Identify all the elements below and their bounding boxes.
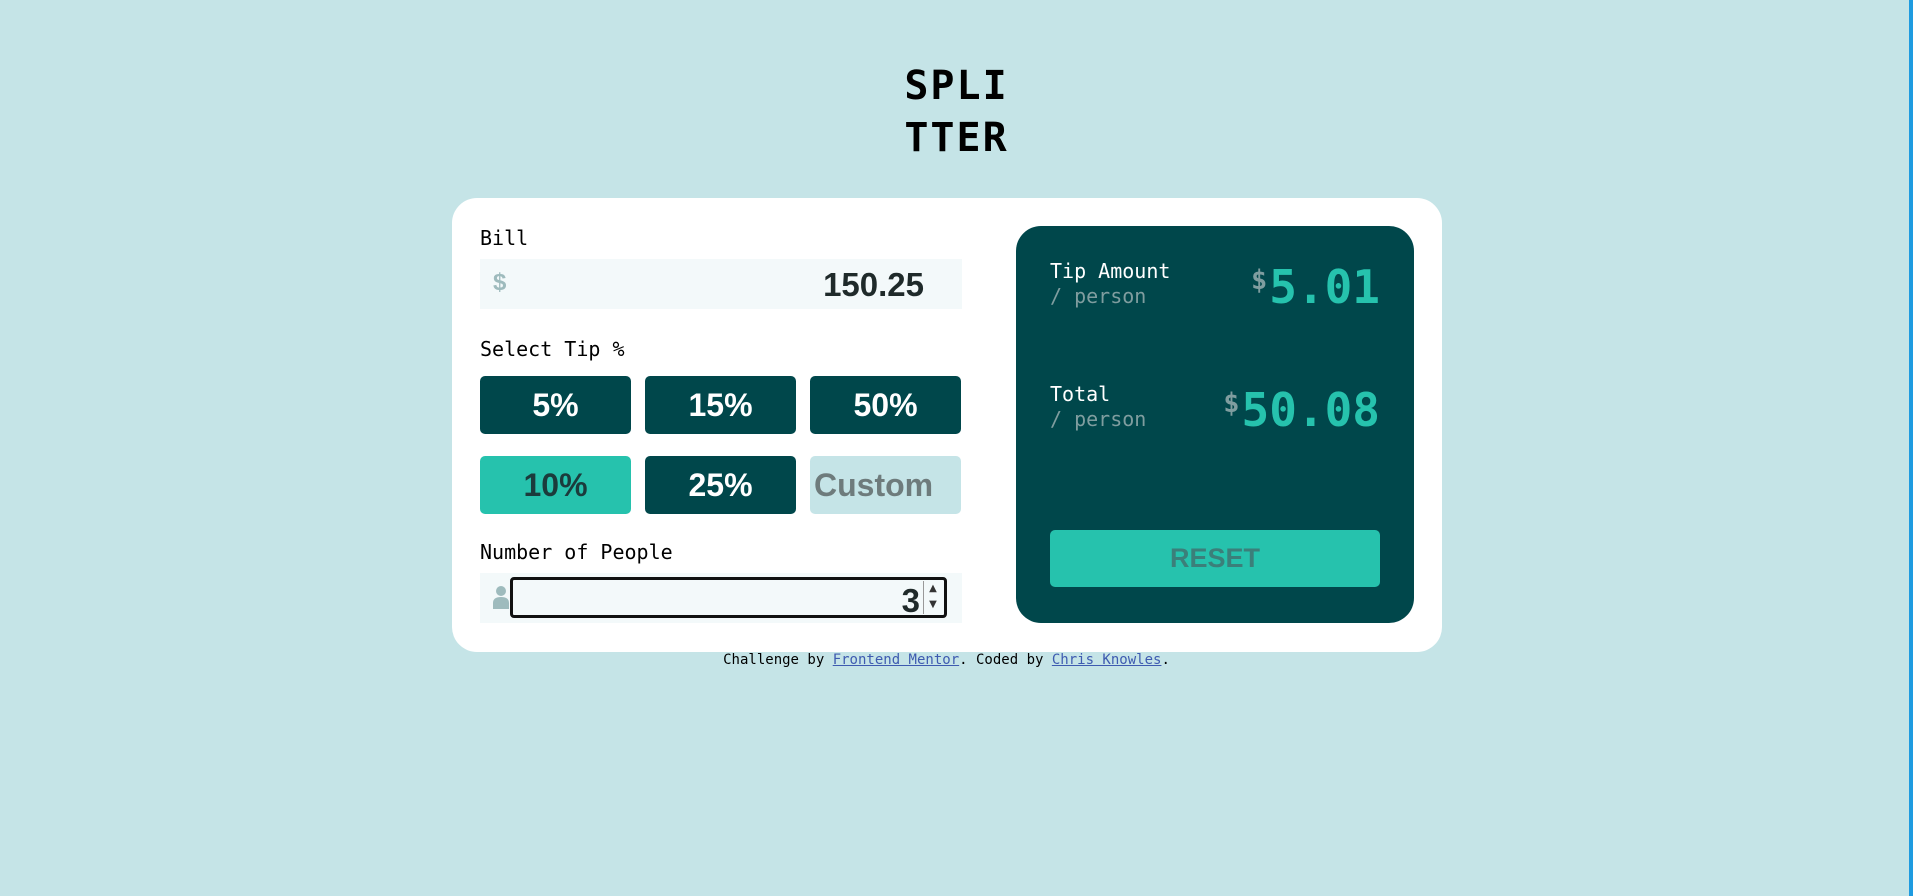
total-currency: $ bbox=[1223, 388, 1240, 419]
reset-button[interactable]: RESET bbox=[1050, 530, 1380, 587]
result-panel: Tip Amount / person $5.01 Total / person… bbox=[1016, 226, 1414, 623]
dollar-icon: $ bbox=[493, 269, 507, 296]
people-input[interactable]: 3 ▲ ▼ bbox=[510, 577, 947, 619]
app-logo: SPLI TTER bbox=[0, 60, 1913, 164]
stepper-down-icon[interactable]: ▼ bbox=[924, 597, 942, 613]
logo-line-1: SPLI bbox=[904, 63, 1009, 109]
total-value: $50.08 bbox=[1223, 383, 1380, 437]
tip-50-button[interactable]: 50% bbox=[810, 376, 961, 434]
total-label: Total bbox=[1050, 382, 1111, 406]
attribution: Challenge by Frontend Mentor. Coded by C… bbox=[0, 652, 1893, 668]
total-number: 50.08 bbox=[1241, 383, 1380, 437]
attribution-suffix: . bbox=[1161, 652, 1170, 668]
people-value: 3 bbox=[901, 582, 920, 619]
people-stepper[interactable]: ▲ ▼ bbox=[923, 581, 942, 614]
tip-custom-input[interactable]: Custom bbox=[810, 456, 961, 514]
tip-25-button[interactable]: 25% bbox=[645, 456, 796, 514]
tip-label: Select Tip % bbox=[480, 337, 625, 361]
frontend-mentor-link[interactable]: Frontend Mentor bbox=[833, 652, 959, 668]
bill-label: Bill bbox=[480, 226, 529, 250]
tip-amount-number: 5.01 bbox=[1269, 260, 1380, 314]
total-sub: / person bbox=[1050, 407, 1147, 431]
people-label: Number of People bbox=[480, 540, 673, 564]
bill-input[interactable]: $ 150.25 bbox=[480, 259, 962, 309]
tip-amount-value: $5.01 bbox=[1251, 260, 1380, 314]
author-link[interactable]: Chris Knowles bbox=[1052, 652, 1162, 668]
tip-amount-label: Tip Amount bbox=[1050, 259, 1171, 283]
tip-amount-sub: / person bbox=[1050, 284, 1147, 308]
tip-15-button[interactable]: 15% bbox=[645, 376, 796, 434]
tip-5-button[interactable]: 5% bbox=[480, 376, 631, 434]
person-icon bbox=[493, 586, 509, 609]
stepper-up-icon[interactable]: ▲ bbox=[924, 581, 942, 597]
calculator-card: Bill $ 150.25 Select Tip % 5% 15% 50% 10… bbox=[452, 198, 1442, 652]
attribution-middle: . Coded by bbox=[959, 652, 1052, 668]
bill-value: 150.25 bbox=[823, 266, 924, 303]
attribution-prefix: Challenge by bbox=[723, 652, 833, 668]
people-field: 3 ▲ ▼ bbox=[480, 573, 962, 623]
logo-line-2: TTER bbox=[904, 115, 1009, 161]
tip-10-button[interactable]: 10% bbox=[480, 456, 631, 514]
tip-currency: $ bbox=[1250, 265, 1268, 296]
